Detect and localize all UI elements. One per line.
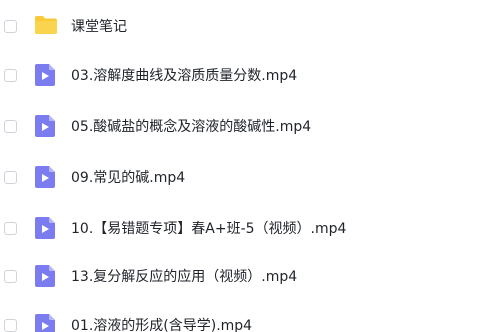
video-file-icon	[34, 165, 56, 189]
list-item[interactable]: 03.溶解度曲线及溶质质量分数.mp4	[0, 55, 479, 95]
list-item[interactable]: 05.酸碱盐的概念及溶液的酸碱性.mp4	[0, 106, 479, 146]
row-checkbox[interactable]	[4, 170, 17, 184]
file-name[interactable]: 10.【易错题专项】春A+班-5（视频）.mp4	[71, 218, 346, 238]
file-name[interactable]: 09.常见的碱.mp4	[71, 167, 185, 187]
row-checkbox[interactable]	[4, 119, 17, 133]
file-name[interactable]: 01.溶液的形成(含导学).mp4	[71, 315, 252, 332]
file-name[interactable]: 课堂笔记	[71, 16, 127, 36]
file-name[interactable]: 13.复分解反应的应用（视频）.mp4	[71, 266, 297, 286]
list-item[interactable]: 13.复分解反应的应用（视频）.mp4	[0, 256, 479, 296]
file-name[interactable]: 03.溶解度曲线及溶质质量分数.mp4	[71, 65, 297, 85]
row-checkbox[interactable]	[4, 68, 17, 82]
video-file-icon	[34, 114, 56, 138]
video-file-icon	[34, 313, 56, 332]
list-item[interactable]: 01.溶液的形成(含导学).mp4	[0, 305, 479, 332]
file-list: 课堂笔记 03.溶解度曲线及溶质质量分数.mp4 05.酸碱盐的概念及溶液的酸碱…	[0, 0, 479, 332]
video-file-icon	[34, 63, 56, 87]
row-checkbox[interactable]	[4, 19, 17, 33]
list-item[interactable]: 课堂笔记	[0, 6, 479, 46]
list-item[interactable]: 09.常见的碱.mp4	[0, 157, 479, 197]
row-checkbox[interactable]	[4, 221, 17, 235]
row-checkbox[interactable]	[4, 318, 17, 332]
row-checkbox[interactable]	[4, 269, 17, 283]
video-file-icon	[34, 216, 56, 240]
file-name[interactable]: 05.酸碱盐的概念及溶液的酸碱性.mp4	[71, 116, 311, 136]
list-item[interactable]: 10.【易错题专项】春A+班-5（视频）.mp4	[0, 208, 479, 248]
video-file-icon	[34, 264, 56, 288]
folder-icon	[34, 14, 57, 38]
